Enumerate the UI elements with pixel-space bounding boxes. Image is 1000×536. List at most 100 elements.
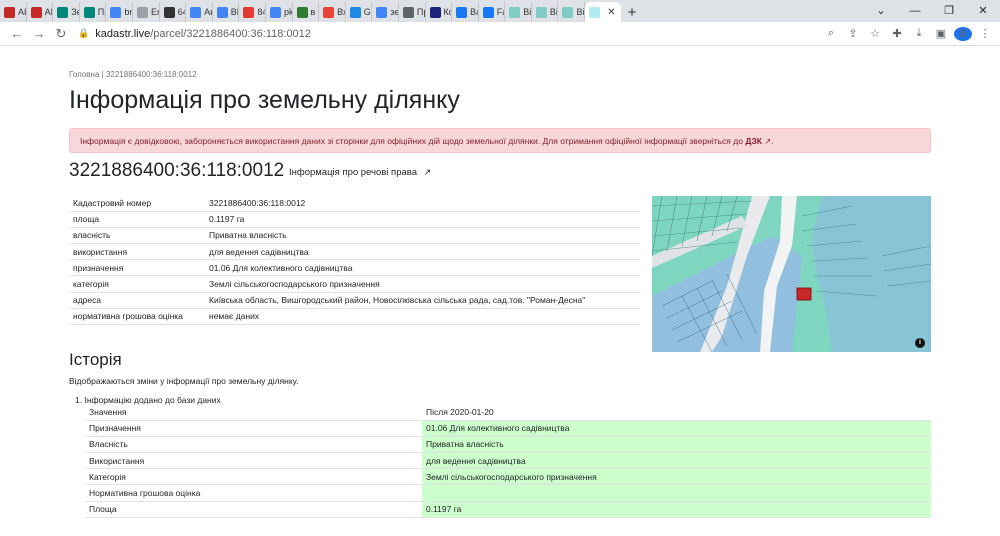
close-window-button[interactable]: ✕ [966, 0, 1000, 22]
downloads-icon[interactable]: ⤓ [910, 27, 928, 40]
history-key: Власність [85, 436, 422, 454]
tab-favicon-icon [243, 6, 255, 18]
tab-label: Ав [204, 7, 212, 17]
info-value: Землі сільськогосподарського призначення [205, 275, 640, 293]
browser-tab[interactable]: Fa [479, 2, 506, 22]
browser-tab[interactable]: AL [0, 2, 27, 22]
browser-tab[interactable]: Em [133, 2, 160, 22]
chevron-down-icon[interactable]: ⌄ [864, 0, 898, 22]
url-field[interactable]: 🔒 kadastr.live/parcel/3221886400:36:118:… [72, 24, 822, 44]
history-row: Нормативна грошова оцінка [85, 484, 931, 502]
reload-icon[interactable]: ↻ [50, 26, 72, 42]
window-controls: ⌄ — ❐ ✕ [864, 0, 1000, 22]
history-key: Категорія [85, 468, 422, 486]
tab-label: Ві [549, 7, 558, 17]
menu-icon[interactable]: ⋮ [976, 27, 994, 40]
url-path: /parcel/3221886400:36:118:0012 [150, 27, 311, 40]
tab-favicon-icon [349, 6, 361, 18]
history-value: для ведення садівництва [422, 452, 931, 470]
restore-button[interactable]: ❐ [932, 0, 966, 22]
tab-label: AL [44, 7, 53, 17]
tab-label: GI [363, 7, 373, 17]
external-link-icon: ↗ [764, 137, 772, 146]
tab-label: pk [283, 7, 293, 17]
browser-tab[interactable]: 64 [160, 2, 187, 22]
browser-tab[interactable]: Зе [53, 2, 80, 22]
history-key: Площа [85, 501, 422, 518]
browser-tab[interactable]: GI [346, 2, 373, 22]
history-value: 01.06 Для колективного садівництва [422, 420, 931, 437]
tab-favicon-icon [482, 6, 494, 18]
info-row: нормативна грошова оцінка немає даних [69, 308, 640, 326]
browser-tab[interactable]: Пр [399, 2, 426, 22]
parcel-map[interactable]: i [652, 196, 931, 352]
info-row: власність Приватна власність [69, 227, 640, 245]
active-tab[interactable]: ✕ [585, 2, 622, 22]
info-key: адреса [69, 292, 205, 309]
browser-tab[interactable]: Вх [319, 2, 346, 22]
selected-parcel[interactable] [796, 287, 812, 301]
browser-tab[interactable]: BM [213, 2, 240, 22]
browser-tab[interactable]: Ві [532, 2, 559, 22]
info-key: Кадастровий номер [69, 195, 205, 212]
extensions-icon[interactable]: ✚ [888, 27, 906, 40]
history-row: Площа 0.1197 га [85, 501, 931, 518]
minimize-button[interactable]: — [898, 0, 932, 22]
rights-info-button[interactable]: Інформація про речові права ↗ [289, 167, 431, 178]
dzk-link[interactable]: ДЗК [745, 136, 762, 146]
close-tab-icon[interactable]: ✕ [607, 7, 615, 18]
browser-tab[interactable]: Ва [452, 2, 479, 22]
tab-favicon-icon [402, 6, 414, 18]
browser-tab[interactable]: зе [372, 2, 399, 22]
info-value: Приватна власність [205, 227, 640, 245]
tab-favicon-icon [429, 6, 441, 18]
tab-favicon-icon [535, 6, 547, 18]
browser-tab[interactable]: 84 [239, 2, 266, 22]
tab-label: Пр [416, 7, 425, 17]
lock-icon: 🔒 [78, 28, 90, 38]
breadcrumb-home[interactable]: Головна [69, 70, 99, 79]
history-row: Власність Приватна власність [85, 436, 931, 454]
map-info-icon[interactable]: i [915, 338, 925, 348]
info-value: немає даних [205, 308, 640, 326]
external-link-icon: ↗ [423, 167, 432, 177]
forward-arrow-icon[interactable]: → [28, 26, 50, 41]
browser-tab[interactable]: в [293, 2, 320, 22]
tab-label: Ко [443, 7, 452, 17]
history-table: Значення Після 2020-01-20 Призначення 01.… [85, 404, 931, 518]
browser-tab[interactable]: bm [106, 2, 133, 22]
side-panel-icon[interactable]: ▣ [932, 27, 950, 40]
info-row: адреса Київська область, Вишгородський ра… [69, 292, 640, 309]
new-tab-button[interactable]: + [621, 2, 643, 22]
profile-avatar[interactable]: B [954, 26, 972, 41]
history-header-key: Значення [85, 404, 422, 421]
tab-favicon-icon [562, 6, 574, 18]
rights-link-label: Інформація про речові права [289, 167, 417, 178]
info-key: категорія [69, 275, 205, 293]
tab-label: Ві [576, 7, 585, 17]
tab-label: 84 [257, 7, 265, 17]
url-host: kadastr.live [95, 27, 151, 40]
star-icon[interactable]: ☆ [866, 27, 884, 40]
tab-favicon-icon [136, 6, 148, 18]
zoom-icon[interactable]: ⌕ [822, 27, 840, 40]
tab-favicon-icon [296, 6, 308, 18]
history-key: Нормативна грошова оцінка [85, 484, 422, 502]
back-arrow-icon[interactable]: ← [6, 26, 28, 41]
history-value: Приватна власність [422, 436, 931, 454]
browser-tab[interactable]: Пр [80, 2, 107, 22]
browser-tab[interactable]: Ві [558, 2, 586, 22]
browser-tab[interactable]: Ві [505, 2, 532, 22]
tab-favicon-icon [190, 6, 202, 18]
page: Головна | 3221886400:36:118:0012 Інформа… [0, 46, 1000, 536]
browser-tab[interactable]: AL [27, 2, 54, 22]
history-item-number: 1. [75, 395, 83, 405]
browser-tab[interactable]: Ав [186, 2, 213, 22]
browser-tab[interactable]: Ко [426, 2, 453, 22]
info-value: 3221886400:36:118:0012 [205, 195, 640, 212]
breadcrumb-separator: | [101, 70, 104, 79]
info-value: Київська область, Вишгородський район, Н… [205, 292, 640, 309]
browser-tab[interactable]: pk [266, 2, 293, 22]
share-icon[interactable]: ⇪ [844, 27, 862, 40]
map-icon [589, 6, 601, 18]
